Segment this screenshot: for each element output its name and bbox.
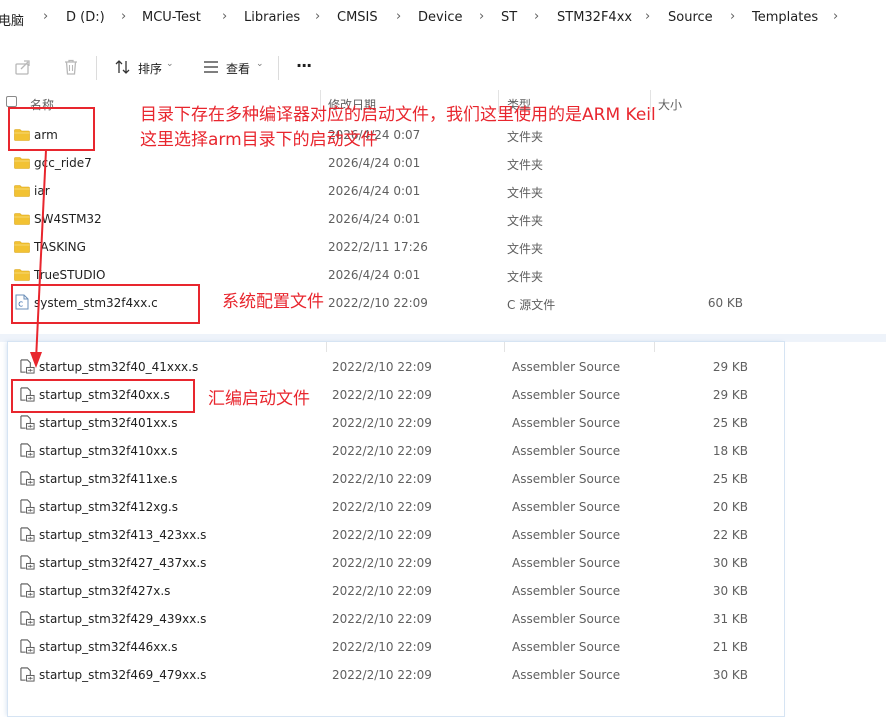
annotation-arrow — [30, 149, 47, 368]
